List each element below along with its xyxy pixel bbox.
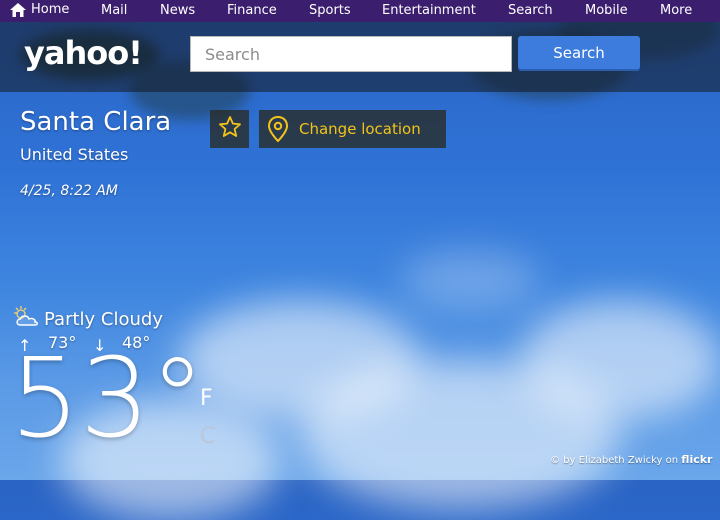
- nav-more-link[interactable]: More: [660, 3, 692, 18]
- city-name: Santa Clara: [20, 107, 172, 137]
- country-name: United States: [20, 145, 129, 164]
- nav-news-link[interactable]: News: [160, 3, 195, 18]
- cloud-shape: [520, 300, 720, 420]
- unit-celsius-toggle[interactable]: C: [200, 424, 215, 449]
- nav-search-link[interactable]: Search: [508, 3, 553, 18]
- map-pin-icon: [267, 116, 289, 142]
- nav-sports-link[interactable]: Sports: [309, 3, 351, 18]
- favorite-button[interactable]: [210, 110, 249, 148]
- weather-condition: Partly Cloudy: [44, 309, 163, 330]
- search-button[interactable]: Search: [518, 36, 640, 69]
- nav-finance-link[interactable]: Finance: [227, 3, 277, 18]
- home-icon: [10, 2, 26, 17]
- search-input[interactable]: [190, 36, 512, 72]
- change-location-label: Change location: [299, 120, 421, 138]
- partly-cloudy-icon: [12, 305, 42, 333]
- star-icon: [218, 115, 242, 143]
- nav-mail-link[interactable]: Mail: [101, 3, 127, 18]
- change-location-button[interactable]: Change location: [259, 110, 446, 148]
- current-temperature: 53°: [10, 334, 205, 462]
- local-datetime: 4/25, 8:22 AM: [20, 183, 118, 199]
- photo-credit[interactable]: © by Elizabeth Zwicky on flickr: [550, 453, 712, 466]
- nav-home-label: Home: [31, 2, 70, 17]
- unit-fahrenheit-toggle[interactable]: F: [200, 386, 213, 411]
- top-nav: Home Mail News Finance Sports Entertainm…: [0, 0, 720, 22]
- flickr-logo: flickr: [681, 453, 713, 466]
- yahoo-logo[interactable]: yahoo!: [24, 34, 143, 72]
- photo-credit-text: © by Elizabeth Zwicky on: [550, 455, 679, 466]
- nav-mobile-link[interactable]: Mobile: [585, 3, 628, 18]
- nav-home-link[interactable]: Home: [10, 2, 69, 17]
- nav-entertainment-link[interactable]: Entertainment: [382, 3, 476, 18]
- cloud-shape: [400, 250, 540, 310]
